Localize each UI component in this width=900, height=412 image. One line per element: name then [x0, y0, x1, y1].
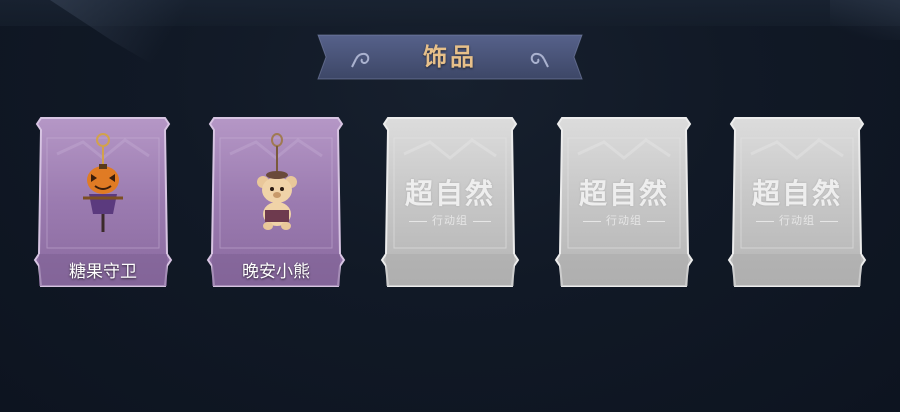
locked-item-slot[interactable]: 超自然 行动组 — [554, 114, 694, 288]
placeholder-logo-title: 超自然 — [404, 177, 495, 210]
placeholder-logo-title: 超自然 — [751, 177, 842, 210]
background-streak-right — [830, 0, 900, 40]
pumpkin-scarecrow-charm-icon — [83, 133, 123, 232]
teddy-bear-charm-icon — [257, 133, 297, 230]
locked-item-slot[interactable]: 超自然 行动组 — [380, 114, 520, 288]
placeholder-logo: 超自然 行动组 — [380, 172, 520, 228]
placeholder-logo-subtitle: 行动组 — [554, 212, 694, 228]
item-name: 糖果守卫 — [69, 262, 137, 282]
placeholder-logo: 超自然 行动组 — [727, 172, 867, 228]
locked-item-slot[interactable]: 超自然 行动组 — [727, 114, 867, 288]
background-streak — [50, 0, 210, 70]
section-title: 饰品 — [423, 43, 477, 71]
placeholder-logo-subtitle: 行动组 — [380, 212, 520, 228]
item-card-goodnight-bear[interactable]: 晚安小熊 — [206, 114, 346, 288]
placeholder-logo-subtitle: 行动组 — [727, 212, 867, 228]
placeholder-logo: 超自然 行动组 — [554, 172, 694, 228]
item-name: 晚安小熊 — [242, 262, 310, 282]
item-card-candy-guard[interactable]: 糖果守卫 — [33, 114, 173, 288]
section-title-banner: 饰品 — [316, 33, 584, 81]
placeholder-logo-title: 超自然 — [578, 177, 669, 210]
